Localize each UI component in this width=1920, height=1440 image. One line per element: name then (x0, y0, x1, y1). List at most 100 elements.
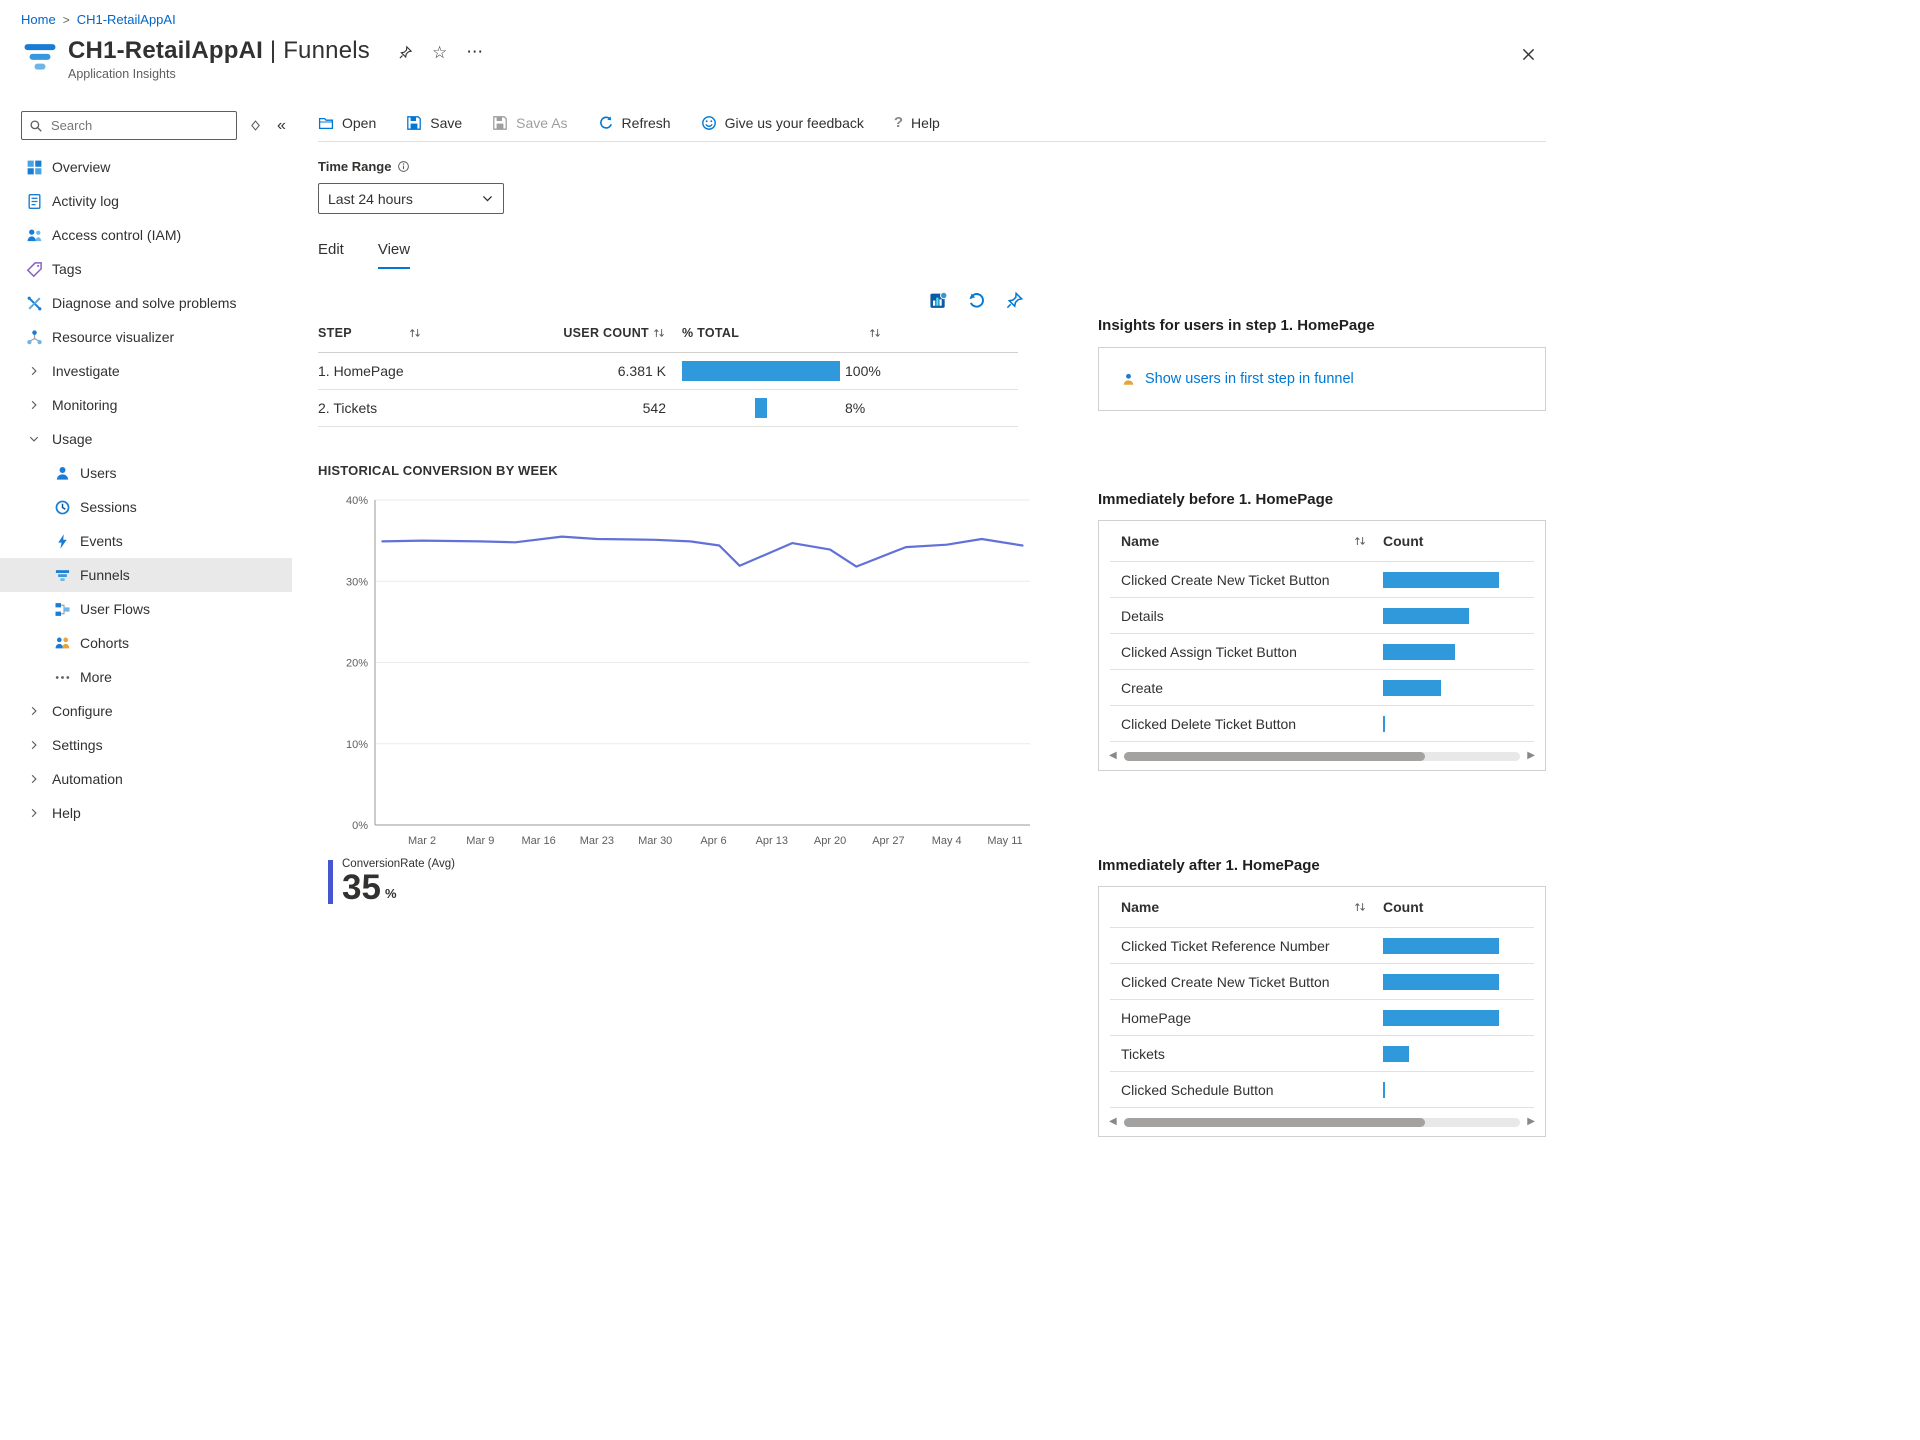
sidebar-item-usage[interactable]: Usage (0, 422, 292, 456)
insight-row[interactable]: Tickets (1110, 1036, 1534, 1072)
save-button[interactable]: Save (406, 115, 462, 131)
sidebar-item-label: Activity log (52, 193, 119, 209)
funnel-bar-cell (682, 361, 840, 381)
workbooks-icon[interactable] (929, 291, 948, 310)
favorite-star-icon[interactable]: ☆ (432, 45, 447, 60)
sidebar-item-investigate[interactable]: Investigate (0, 354, 292, 388)
funnel-results-column: STEP USER COUNT % TOTAL (318, 269, 1038, 1137)
sidebar-item-automation[interactable]: Automation (0, 762, 292, 796)
sidebar-item-sessions[interactable]: Sessions (0, 490, 292, 524)
insight-event-name: Clicked Delete Ticket Button (1121, 716, 1383, 732)
sidebar-item-label: More (80, 669, 112, 685)
funnel-bar-cell (682, 398, 840, 418)
chevron-right-icon (28, 773, 40, 785)
breadcrumb-home-link[interactable]: Home (21, 12, 56, 27)
after-horizontal-scrollbar[interactable]: ◀ ▶ (1109, 1117, 1535, 1127)
feedback-button[interactable]: Give us your feedback (701, 115, 864, 131)
insight-event-name: Clicked Assign Ticket Button (1121, 644, 1383, 660)
refresh-button[interactable]: Refresh (598, 115, 671, 131)
search-icon (29, 119, 43, 133)
info-icon[interactable] (397, 160, 410, 173)
sidebar-search-box[interactable] (21, 111, 237, 140)
scrollbar-thumb[interactable] (1124, 1118, 1425, 1127)
sidebar-item-label: Overview (52, 159, 110, 175)
sidebar-item-overview[interactable]: Overview (0, 150, 292, 184)
help-button[interactable]: ? Help (894, 114, 940, 131)
pin-blade-icon[interactable] (398, 45, 413, 60)
funnel-bar (682, 361, 840, 381)
breadcrumb-current-link[interactable]: CH1-RetailAppAI (77, 12, 176, 27)
chevron-down-icon (481, 192, 494, 205)
insight-row[interactable]: Details (1110, 598, 1534, 634)
insight-row[interactable]: Clicked Schedule Button (1110, 1072, 1534, 1108)
sidebar-item-help[interactable]: Help (0, 796, 292, 830)
sidebar-item-configure[interactable]: Configure (0, 694, 292, 728)
sidebar-item-settings[interactable]: Settings (0, 728, 292, 762)
collapse-menu-icon[interactable]: « (277, 119, 286, 133)
sidebar-item-users[interactable]: Users (0, 456, 292, 490)
conversion-legend-bar (328, 860, 333, 904)
more-options-icon[interactable]: ⋯ (466, 47, 484, 57)
undo-icon[interactable] (967, 291, 986, 310)
scrollbar-track[interactable] (1124, 1118, 1521, 1127)
insight-row[interactable]: Clicked Delete Ticket Button (1110, 706, 1534, 742)
sort-icon[interactable] (1353, 534, 1367, 548)
scroll-right-icon[interactable]: ▶ (1527, 751, 1535, 761)
sort-icon[interactable] (652, 326, 666, 340)
scroll-left-icon[interactable]: ◀ (1109, 1117, 1117, 1127)
overview-icon (25, 158, 43, 176)
before-horizontal-scrollbar[interactable]: ◀ ▶ (1109, 751, 1535, 761)
tab-view[interactable]: View (378, 241, 410, 269)
search-input[interactable] (49, 117, 229, 134)
close-icon[interactable] (1520, 46, 1538, 64)
sidebar-item-tags[interactable]: Tags (0, 252, 292, 286)
funnel-step-row[interactable]: 1. HomePage6.381 K100% (318, 353, 1018, 390)
sidebar-item-monitoring[interactable]: Monitoring (0, 388, 292, 422)
funnel-step-name: 2. Tickets (318, 400, 556, 416)
sidebar-item-activity-log[interactable]: Activity log (0, 184, 292, 218)
scrollbar-track[interactable] (1124, 752, 1521, 761)
sort-icon[interactable] (408, 326, 422, 340)
scrollbar-thumb[interactable] (1124, 752, 1425, 761)
insight-count-cell (1383, 1046, 1523, 1062)
sidebar-item-diagnose-and-solve-problems[interactable]: Diagnose and solve problems (0, 286, 292, 320)
sidebar-item-funnels[interactable]: Funnels (0, 558, 292, 592)
svg-text:40%: 40% (346, 495, 368, 507)
sidebar-item-user-flows[interactable]: User Flows (0, 592, 292, 626)
funnel-step-row[interactable]: 2. Tickets5428% (318, 390, 1018, 427)
sort-icon[interactable] (1353, 900, 1367, 914)
sidebar-item-label: Cohorts (80, 635, 129, 651)
sidebar-item-more[interactable]: More (0, 660, 292, 694)
insight-row[interactable]: Create (1110, 670, 1534, 706)
chevron-right-icon (28, 807, 40, 819)
show-users-link[interactable]: Show users in first step in funnel (1145, 371, 1354, 387)
insight-event-name: Clicked Schedule Button (1121, 1082, 1383, 1098)
insight-row[interactable]: Clicked Create New Ticket Button (1110, 964, 1534, 1000)
sidebar-item-access-control-iam[interactable]: Access control (IAM) (0, 218, 292, 252)
insight-row[interactable]: HomePage (1110, 1000, 1534, 1036)
scroll-left-icon[interactable]: ◀ (1109, 751, 1117, 761)
open-button[interactable]: Open (318, 115, 376, 131)
insight-count-bar (1383, 680, 1441, 696)
scroll-right-icon[interactable]: ▶ (1527, 1117, 1535, 1127)
svg-text:Mar 2: Mar 2 (408, 835, 436, 847)
insight-event-name: Details (1121, 608, 1383, 624)
sidebar-item-resource-visualizer[interactable]: Resource visualizer (0, 320, 292, 354)
sort-icon[interactable] (868, 326, 882, 340)
insight-row[interactable]: Clicked Create New Ticket Button (1110, 562, 1534, 598)
sidebar-item-label: Access control (IAM) (52, 227, 181, 243)
sidebar-item-events[interactable]: Events (0, 524, 292, 558)
svg-text:Apr 6: Apr 6 (700, 835, 726, 847)
tab-edit[interactable]: Edit (318, 241, 344, 269)
insight-event-name: HomePage (1121, 1010, 1383, 1026)
funnel-bar (755, 398, 768, 418)
insight-event-name: Tickets (1121, 1046, 1383, 1062)
insight-row[interactable]: Clicked Assign Ticket Button (1110, 634, 1534, 670)
pin-to-dashboard-icon[interactable] (1005, 291, 1024, 310)
after-table-header: Name Count (1110, 887, 1534, 928)
insight-row[interactable]: Clicked Ticket Reference Number (1110, 928, 1534, 964)
before-table: Name Count Clicked Create New Ticket But… (1098, 520, 1546, 771)
menu-options-icon[interactable] (249, 119, 262, 132)
sidebar-item-cohorts[interactable]: Cohorts (0, 626, 292, 660)
time-range-dropdown[interactable]: Last 24 hours (318, 183, 504, 214)
